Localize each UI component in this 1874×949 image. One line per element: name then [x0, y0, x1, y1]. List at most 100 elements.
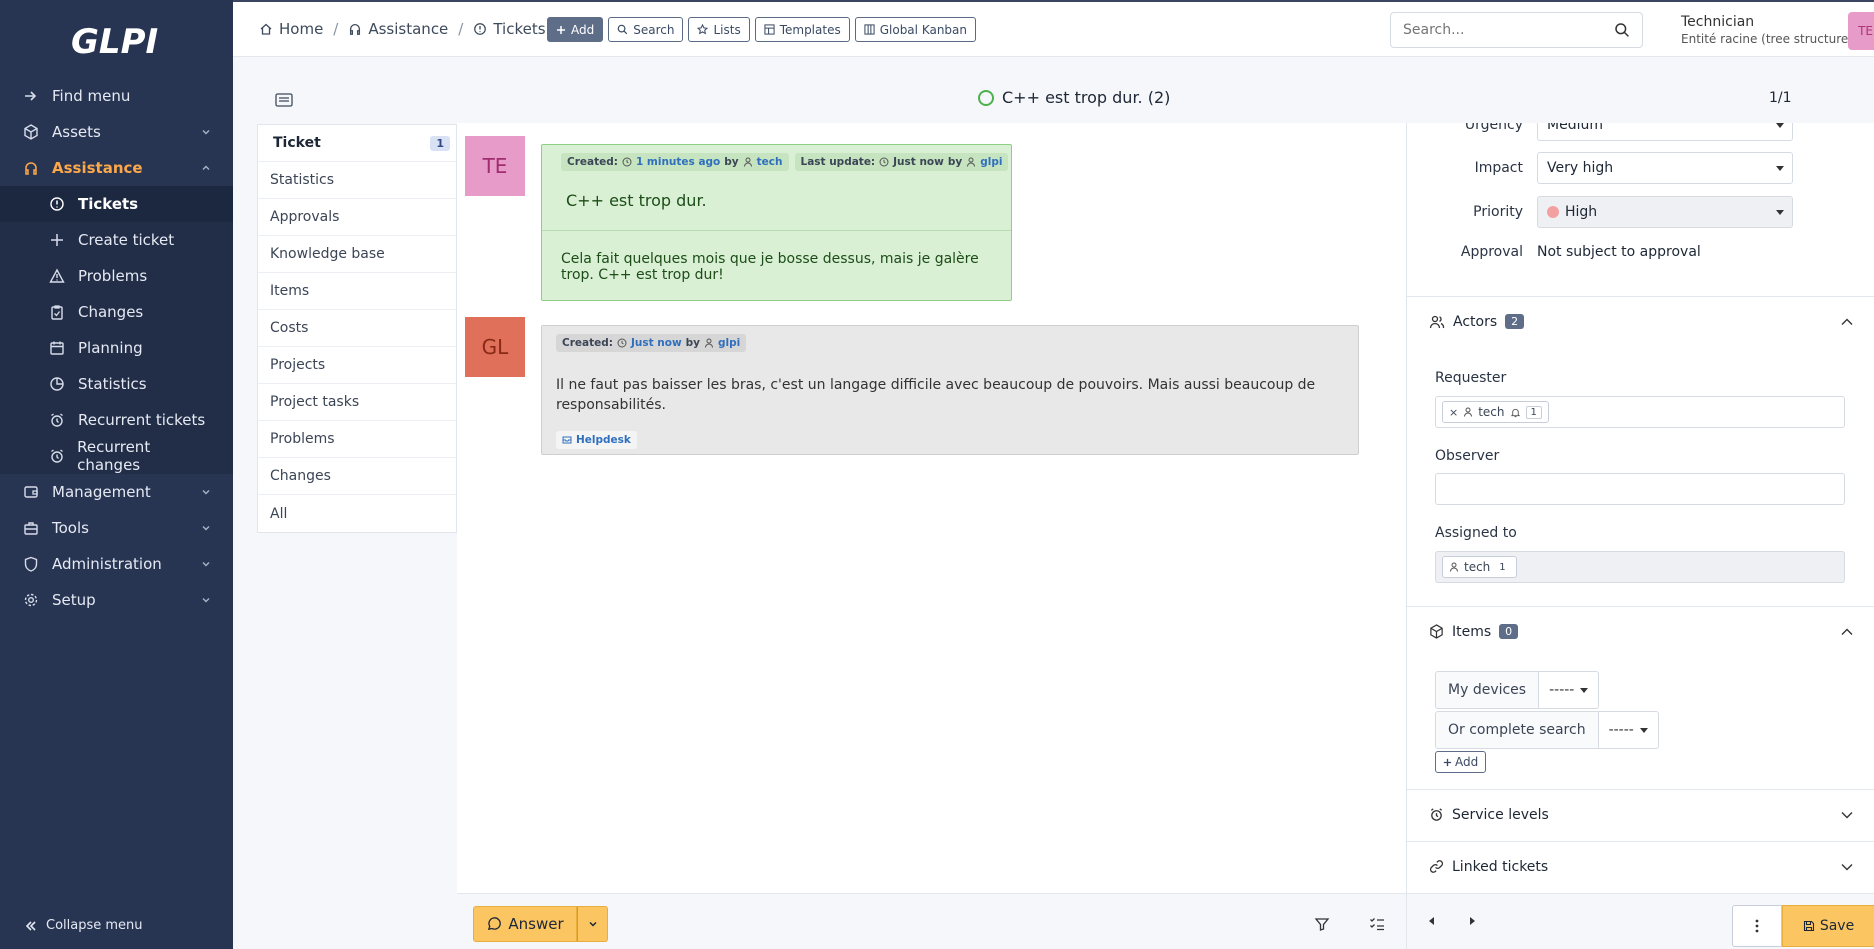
created-user-link[interactable]: tech [757, 156, 783, 168]
breadcrumb-home[interactable]: Home [279, 20, 323, 38]
urgency-select[interactable]: Medium [1537, 123, 1793, 141]
my-devices-label: My devices [1435, 671, 1540, 709]
assigned-to-field[interactable]: tech 1 [1435, 551, 1845, 583]
bubble-divider [542, 230, 1011, 231]
remove-icon[interactable]: × [1449, 406, 1458, 419]
tab-knowledge-base[interactable]: Knowledge base [258, 236, 456, 273]
observer-field[interactable] [1435, 473, 1845, 505]
sidebar-item-recurrent-tickets[interactable]: Recurrent tickets [0, 402, 233, 438]
sidebar-item-changes[interactable]: Changes [0, 294, 233, 330]
add-button-label: Add [571, 22, 595, 37]
avatar: TE [465, 136, 525, 196]
sidebar-section-management[interactable]: Management [0, 474, 233, 510]
glpi-logo[interactable]: GLPI [0, 0, 233, 78]
requester-user: tech [1478, 405, 1505, 419]
update-user-link[interactable]: glpi [980, 156, 1002, 168]
global-search-input[interactable] [1403, 22, 1614, 38]
tab-all[interactable]: All [258, 495, 456, 532]
created-meta: Created: 1 minutes ago by tech [561, 153, 789, 171]
headset-icon [348, 22, 362, 36]
avatar[interactable]: TE [1848, 12, 1874, 50]
tab-label: Changes [270, 468, 331, 484]
tab-label: Items [270, 283, 310, 299]
search-icon [617, 24, 628, 35]
sidebar-section-label: Setup [52, 591, 96, 609]
priority-select[interactable]: High [1537, 196, 1793, 228]
tab-costs[interactable]: Costs [258, 310, 456, 347]
search-button[interactable]: Search [608, 17, 684, 42]
sidebar-item-recurrent-changes[interactable]: Recurrent changes [0, 438, 233, 474]
collapse-menu-button[interactable]: Collapse menu [24, 918, 143, 933]
priority-row: Priority High [1407, 196, 1793, 228]
service-levels-section-header[interactable]: Service levels [1407, 789, 1874, 839]
sidebar-item-tickets[interactable]: Tickets [0, 186, 233, 222]
checklist-icon[interactable] [1369, 916, 1385, 932]
lists-button[interactable]: Lists [688, 17, 750, 42]
items-section-header[interactable]: Items 0 [1407, 606, 1874, 656]
requester-field[interactable]: × tech 1 [1435, 396, 1845, 428]
search-icon[interactable] [1614, 22, 1630, 38]
sidebar-item-planning[interactable]: Planning [0, 330, 233, 366]
caret-left-icon[interactable] [1427, 916, 1437, 926]
user-profile[interactable]: Technician Entité racine (tree structure… [1681, 14, 1853, 46]
chevron-up-icon [201, 163, 211, 173]
user-icon [704, 338, 714, 348]
tab-statistics[interactable]: Statistics [258, 162, 456, 199]
tab-project-tasks[interactable]: Project tasks [258, 384, 456, 421]
caret-down-icon [1580, 687, 1589, 693]
save-button[interactable]: Save [1782, 905, 1874, 947]
created-user-link[interactable]: glpi [718, 337, 740, 349]
search-button-label: Search [633, 22, 675, 37]
tab-items[interactable]: Items [258, 273, 456, 310]
user-icon [966, 157, 976, 167]
sidebar-section-setup[interactable]: Setup [0, 582, 233, 618]
sidebar-item-label: Tickets [78, 195, 139, 213]
sidebar-item-create-ticket[interactable]: Create ticket [0, 222, 233, 258]
tab-projects[interactable]: Projects [258, 347, 456, 384]
caret-right-icon[interactable] [1467, 916, 1477, 926]
breadcrumb-tickets[interactable]: Tickets [493, 20, 545, 38]
breadcrumb-separator: / [333, 20, 339, 38]
tab-approvals[interactable]: Approvals [258, 199, 456, 236]
tab-ticket[interactable]: Ticket 1 [258, 125, 456, 162]
by-label: by [685, 337, 701, 349]
sidebar-section-tools[interactable]: Tools [0, 510, 233, 546]
sidebar-item-statistics[interactable]: Statistics [0, 366, 233, 402]
add-item-button[interactable]: Add [1435, 751, 1487, 773]
answer-dropdown-button[interactable] [577, 906, 608, 942]
tab-changes[interactable]: Changes [258, 458, 456, 495]
complete-search-select[interactable]: ----- [1598, 711, 1659, 749]
ticket-details-panel: Urgency Medium Impact Very high Priority… [1406, 123, 1874, 893]
templates-button[interactable]: Templates [754, 17, 850, 42]
update-time: Just now [893, 156, 944, 168]
linked-tickets-section-header[interactable]: Linked tickets [1407, 841, 1874, 891]
ticket-titlebar: C++ est trop dur. (2) 1/1 [233, 57, 1874, 123]
sidebar-section-assets[interactable]: Assets [0, 114, 233, 150]
filter-icon[interactable] [1314, 916, 1330, 932]
ticket-description-content: Cela fait quelques mois que je bosse des… [561, 251, 979, 283]
global-kanban-button[interactable]: Global Kanban [854, 17, 977, 42]
more-actions-button[interactable] [1732, 905, 1782, 947]
sidebar-item-problems[interactable]: Problems [0, 258, 233, 294]
sidebar-section-assistance[interactable]: Assistance [0, 150, 233, 186]
impact-select[interactable]: Very high [1537, 152, 1793, 184]
find-menu-item[interactable]: Find menu [0, 78, 233, 114]
actors-section-header[interactable]: Actors 2 [1407, 296, 1874, 346]
complete-search-value: ----- [1608, 722, 1634, 738]
gear-icon [22, 592, 40, 608]
bell-icon[interactable] [1510, 407, 1521, 418]
more-vertical-icon [1755, 919, 1759, 933]
my-devices-select[interactable]: ----- [1539, 671, 1600, 709]
status-new-icon [978, 89, 994, 106]
my-devices-group: My devices ----- [1435, 671, 1600, 709]
tab-problems[interactable]: Problems [258, 421, 456, 458]
actors-title: Actors [1453, 313, 1498, 330]
observer-label: Observer [1435, 448, 1500, 464]
clock-icon [617, 338, 627, 348]
answer-button[interactable]: Answer [473, 906, 577, 942]
global-search-box [1390, 12, 1643, 48]
breadcrumb-assistance[interactable]: Assistance [368, 20, 448, 38]
add-button[interactable]: Add [547, 17, 604, 42]
sidebar-section-administration[interactable]: Administration [0, 546, 233, 582]
toggle-panel-icon[interactable] [275, 93, 293, 107]
